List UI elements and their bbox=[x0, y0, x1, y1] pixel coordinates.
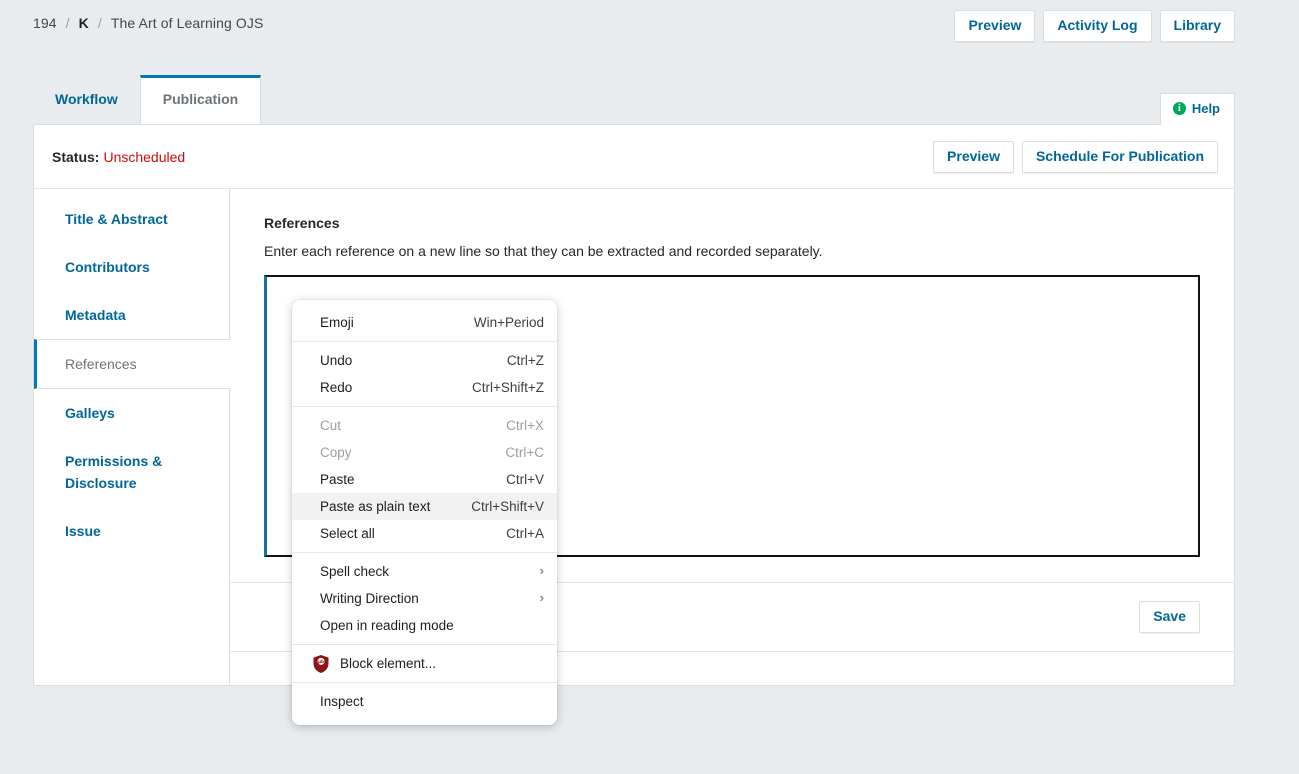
menu-item-shortcut: Ctrl+C bbox=[505, 445, 544, 460]
breadcrumb-item-author[interactable]: K bbox=[79, 15, 89, 31]
menu-item-open-in-reading-mode[interactable]: Open in reading mode bbox=[292, 612, 557, 639]
help-label: Help bbox=[1191, 101, 1220, 116]
page-title: References bbox=[264, 215, 340, 231]
preview-button[interactable]: Preview bbox=[954, 10, 1036, 42]
status-label: Status: bbox=[52, 149, 100, 165]
ublock-shield-icon: µb bbox=[313, 654, 329, 673]
info-icon: i bbox=[1172, 102, 1186, 115]
status-bar: Status: Unscheduled Preview Schedule For … bbox=[34, 125, 1234, 189]
menu-item-paste[interactable]: Paste Ctrl+V bbox=[292, 466, 557, 493]
menu-item-redo[interactable]: Redo Ctrl+Shift+Z bbox=[292, 374, 557, 401]
menu-item-label: Select all bbox=[320, 526, 375, 541]
menu-item-shortcut: Ctrl+X bbox=[506, 418, 544, 433]
save-button[interactable]: Save bbox=[1139, 601, 1200, 633]
menu-item-inspect[interactable]: Inspect bbox=[292, 688, 557, 715]
menu-item-shortcut: Ctrl+V bbox=[506, 472, 544, 487]
menu-item-block-element[interactable]: µb Block element... bbox=[292, 650, 557, 677]
menu-item-cut: Cut Ctrl+X bbox=[292, 412, 557, 439]
svg-text:µb: µb bbox=[318, 659, 324, 664]
sidebar-item-issue[interactable]: Issue bbox=[34, 507, 229, 555]
chevron-right-icon: › bbox=[539, 563, 544, 578]
sidebar-item-permissions-disclosure[interactable]: Permissions & Disclosure bbox=[34, 437, 229, 507]
status-actions: Preview Schedule For Publication bbox=[933, 141, 1218, 173]
menu-item-select-all[interactable]: Select all Ctrl+A bbox=[292, 520, 557, 547]
references-description: Enter each reference on a new line so th… bbox=[264, 243, 823, 259]
sidebar-item-galleys[interactable]: Galleys bbox=[34, 389, 229, 437]
ublock-shield-icon: µb bbox=[312, 654, 330, 673]
menu-item-shortcut: Ctrl+Shift+V bbox=[471, 499, 544, 514]
menu-group: Emoji Win+Period bbox=[292, 304, 557, 341]
menu-item-shortcut: Win+Period bbox=[473, 315, 544, 330]
breadcrumb-item-id[interactable]: 194 bbox=[33, 15, 57, 31]
menu-item-label: Copy bbox=[320, 445, 352, 460]
sidebar-item-references[interactable]: References bbox=[34, 339, 230, 389]
breadcrumb-separator: / bbox=[65, 15, 70, 31]
menu-group: Cut Ctrl+X Copy Ctrl+C Paste Ctrl+V Paste as p… bbox=[292, 407, 557, 552]
publication-sidebar: Title & Abstract Contributors Metadata R… bbox=[34, 189, 230, 686]
menu-item-undo[interactable]: Undo Ctrl+Z bbox=[292, 347, 557, 374]
schedule-for-publication-button[interactable]: Schedule For Publication bbox=[1021, 141, 1218, 173]
sidebar-item-metadata[interactable]: Metadata bbox=[34, 291, 229, 339]
menu-group: Spell check › Writing Direction › Open in re… bbox=[292, 553, 557, 644]
menu-item-label: Open in reading mode bbox=[320, 618, 454, 633]
help-button[interactable]: i Help bbox=[1159, 93, 1235, 125]
breadcrumb: 194 / K / The Art of Learning OJS bbox=[33, 15, 263, 31]
menu-item-label: Writing Direction bbox=[320, 591, 419, 606]
breadcrumb-item-title[interactable]: The Art of Learning OJS bbox=[111, 15, 264, 31]
activity-log-button[interactable]: Activity Log bbox=[1043, 10, 1152, 42]
library-button[interactable]: Library bbox=[1159, 10, 1235, 42]
tab-publication[interactable]: Publication bbox=[139, 75, 262, 124]
menu-item-shortcut: Ctrl+Z bbox=[506, 353, 544, 368]
menu-item-label: Paste bbox=[320, 472, 355, 487]
sidebar-item-contributors[interactable]: Contributors bbox=[34, 243, 229, 291]
publication-card: Status: Unscheduled Preview Schedule For … bbox=[33, 124, 1236, 686]
breadcrumb-separator: / bbox=[97, 15, 102, 31]
card-body: Title & Abstract Contributors Metadata R… bbox=[34, 189, 1236, 686]
menu-item-label: Redo bbox=[320, 380, 353, 395]
menu-group: Undo Ctrl+Z Redo Ctrl+Shift+Z bbox=[292, 342, 557, 406]
status-badge: Unscheduled bbox=[103, 149, 186, 165]
menu-item-label: Inspect bbox=[320, 694, 364, 709]
menu-item-label: Cut bbox=[320, 418, 342, 433]
menu-item-paste-as-plain-text[interactable]: Paste as plain text Ctrl+Shift+V bbox=[292, 493, 557, 520]
menu-item-shortcut: Ctrl+A bbox=[506, 526, 544, 541]
menu-item-spell-check[interactable]: Spell check › bbox=[292, 558, 557, 585]
menu-item-label: Undo bbox=[320, 353, 353, 368]
status-text: Status: Unscheduled bbox=[52, 149, 185, 165]
chevron-right-icon: › bbox=[539, 590, 544, 605]
menu-group: Inspect bbox=[292, 683, 557, 720]
preview-publication-button[interactable]: Preview bbox=[933, 141, 1014, 173]
context-menu[interactable]: Emoji Win+Period Undo Ctrl+Z Redo Ctrl+Shift+… bbox=[292, 300, 557, 725]
menu-item-writing-direction[interactable]: Writing Direction › bbox=[292, 585, 557, 612]
menu-item-label: Spell check bbox=[320, 564, 390, 579]
header-actions: Preview Activity Log Library bbox=[954, 10, 1235, 42]
menu-group: µb Block element... bbox=[292, 645, 557, 682]
tab-bar: Workflow Publication bbox=[33, 75, 262, 124]
menu-item-label: Block element... bbox=[340, 656, 437, 671]
tab-workflow[interactable]: Workflow bbox=[33, 76, 140, 124]
top-bar: 194 / K / The Art of Learning OJS Previe… bbox=[0, 0, 1299, 52]
menu-item-shortcut: Ctrl+Shift+Z bbox=[471, 380, 544, 395]
sidebar-item-title-abstract[interactable]: Title & Abstract bbox=[34, 195, 229, 243]
menu-item-label: Emoji bbox=[320, 315, 354, 330]
menu-item-label: Paste as plain text bbox=[320, 499, 431, 514]
menu-item-emoji[interactable]: Emoji Win+Period bbox=[292, 309, 557, 336]
menu-item-copy: Copy Ctrl+C bbox=[292, 439, 557, 466]
